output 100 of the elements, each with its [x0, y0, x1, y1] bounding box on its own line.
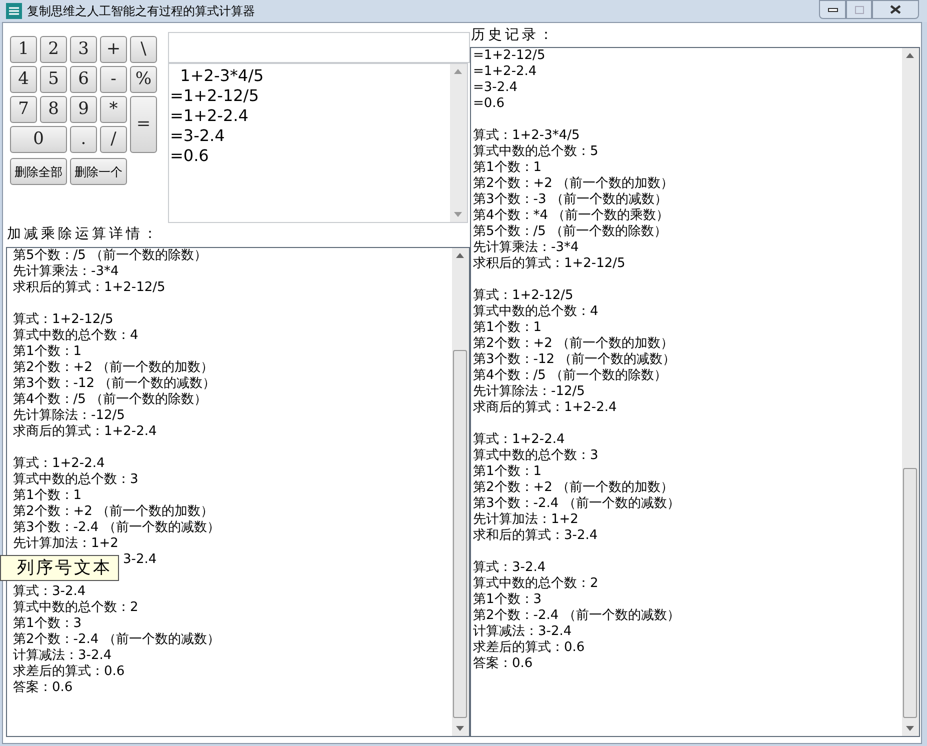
section-label: 历史记录： [471, 26, 556, 45]
text-line: 先计算加法：1+2 [13, 536, 118, 552]
text-line: 第1个数：3 [473, 592, 542, 608]
text-line: 求和后的算式：3-2.4 [473, 528, 598, 544]
key-button[interactable]: / [100, 126, 127, 153]
scroll-up-icon[interactable] [456, 253, 464, 258]
delete-button[interactable]: 删除一个 [70, 158, 127, 185]
result-line: =1+2-2.4 [170, 106, 248, 126]
close-icon [890, 5, 901, 14]
scroll-down-icon[interactable] [906, 726, 914, 731]
text-line: 第1个数：3 [13, 616, 82, 632]
text-line: 先计算除法：-12/5 [13, 408, 125, 424]
text-line: 第1个数：1 [473, 464, 542, 480]
text-line: 第3个数：-12 （前一个数的减数） [473, 352, 676, 368]
scrollbar[interactable] [450, 64, 467, 222]
text-line: 第1个数：1 [13, 488, 82, 504]
minimize-icon [828, 8, 838, 12]
close-button[interactable] [872, 0, 919, 19]
scroll-up-icon[interactable] [906, 53, 914, 58]
text-line: =1+2-2.4 [473, 64, 537, 80]
text-line: 第2个数：+2 （前一个数的加数） [13, 504, 214, 520]
scroll-down-icon[interactable] [456, 726, 464, 731]
key-button[interactable]: - [100, 66, 127, 93]
text-line: 求积后的算式：1+2-12/5 [13, 280, 166, 296]
key-button[interactable]: \ [130, 36, 157, 63]
text-line: 先计算乘法：-3*4 [13, 264, 119, 280]
text-line: 求积后的算式：1+2-12/5 [473, 256, 626, 272]
scroll-up-icon[interactable] [454, 69, 462, 74]
text-line: =3-2.4 [473, 80, 518, 96]
text-line: 第2个数：-2.4 （前一个数的减数） [13, 632, 220, 648]
delete-button[interactable]: 删除全部 [10, 158, 67, 185]
text-line: 求差后的算式：0.6 [13, 664, 125, 680]
result-line: =0.6 [170, 146, 209, 166]
key-button[interactable]: = [130, 96, 157, 153]
scroll-down-icon[interactable] [454, 212, 462, 217]
tooltip: 列序号文本 [0, 555, 119, 581]
text-line: 第1个数：1 [13, 344, 82, 360]
text-line: 计算减法：3-2.4 [13, 648, 112, 664]
text-line: 算式中数的总个数：4 [473, 304, 598, 320]
text-line: 第5个数：/5 （前一个数的除数） [473, 224, 668, 240]
key-button[interactable]: % [130, 66, 157, 93]
text-line: =1+2-12/5 [473, 48, 546, 64]
scrollbar[interactable] [902, 48, 919, 736]
scroll-thumb[interactable] [903, 468, 917, 718]
text-line: 算式：1+2-2.4 [473, 432, 565, 448]
text-line: 第4个数：/5 （前一个数的除数） [13, 392, 208, 408]
scroll-thumb[interactable] [453, 350, 467, 718]
text-line: 第3个数：-12 （前一个数的减数） [13, 376, 216, 392]
text-line: 算式：1+2-12/5 [13, 312, 114, 328]
text-line: 算式：3-2.4 [473, 560, 546, 576]
text-line: 算式：1+2-3*4/5 [473, 128, 580, 144]
key-button[interactable]: 0 [10, 126, 67, 153]
text-line: 先计算乘法：-3*4 [473, 240, 579, 256]
text-line: 计算减法：3-2.4 [473, 624, 572, 640]
key-button[interactable]: + [100, 36, 127, 63]
maximize-icon [854, 6, 864, 14]
text-line: 第3个数：-3 （前一个数的减数） [473, 192, 668, 208]
key-button[interactable]: * [100, 96, 127, 123]
minimize-button[interactable] [819, 0, 846, 19]
text-line: 求商后的算式：1+2-2.4 [13, 424, 157, 440]
key-button[interactable]: . [70, 126, 97, 153]
text-line: 第2个数：+2 （前一个数的加数） [473, 336, 674, 352]
text-line: 答案：0.6 [13, 680, 73, 696]
text-line: 第4个数：*4 （前一个数的乘数） [473, 208, 670, 224]
key-button[interactable]: 9 [70, 96, 97, 123]
key-button[interactable]: 3 [70, 36, 97, 63]
key-button[interactable]: 8 [40, 96, 67, 123]
section-label: 加减乘除运算详情： [7, 225, 160, 244]
text-line: 求差后的算式：0.6 [473, 640, 585, 656]
text-line: 第5个数：/5 （前一个数的除数） [13, 248, 208, 264]
key-button[interactable]: 2 [40, 36, 67, 63]
text-line: 第1个数：1 [473, 160, 542, 176]
key-button[interactable]: 6 [70, 66, 97, 93]
text-line: 求商后的算式：1+2-2.4 [473, 400, 617, 416]
text-line: 第3个数：-2.4 （前一个数的减数） [13, 520, 220, 536]
text-line: 先计算除法：-12/5 [473, 384, 585, 400]
text-line: 第2个数：+2 （前一个数的加数） [473, 480, 674, 496]
text-line: 3-2.4 [123, 552, 157, 568]
text-line: =0.6 [473, 96, 505, 112]
text-line: 答案：0.6 [473, 656, 533, 672]
text-line: 第2个数：+2 （前一个数的加数） [13, 360, 214, 376]
expression-field[interactable] [168, 32, 470, 63]
text-line: 第4个数：/5 （前一个数的除数） [473, 368, 668, 384]
result-line: =1+2-12/5 [170, 86, 259, 106]
key-button[interactable]: 7 [10, 96, 37, 123]
text-line: 算式：3-2.4 [13, 584, 86, 600]
text-line: 算式：1+2-12/5 [473, 288, 574, 304]
window-title: 复制思维之人工智能之有过程的算式计算器 [27, 3, 255, 20]
text-line: 第2个数：+2 （前一个数的加数） [473, 176, 674, 192]
key-button[interactable]: 5 [40, 66, 67, 93]
text-line: 算式中数的总个数：3 [13, 472, 138, 488]
text-line: 算式中数的总个数：2 [473, 576, 598, 592]
text-line: 算式中数的总个数：5 [473, 144, 598, 160]
text-line: 算式中数的总个数：4 [13, 328, 138, 344]
scrollbar[interactable] [452, 248, 469, 736]
text-line: 第1个数：1 [473, 320, 542, 336]
key-button[interactable]: 1 [10, 36, 37, 63]
result-line: 1+2-3*4/5 [179, 66, 264, 86]
key-button[interactable]: 4 [10, 66, 37, 93]
text-line: 算式中数的总个数：2 [13, 600, 138, 616]
